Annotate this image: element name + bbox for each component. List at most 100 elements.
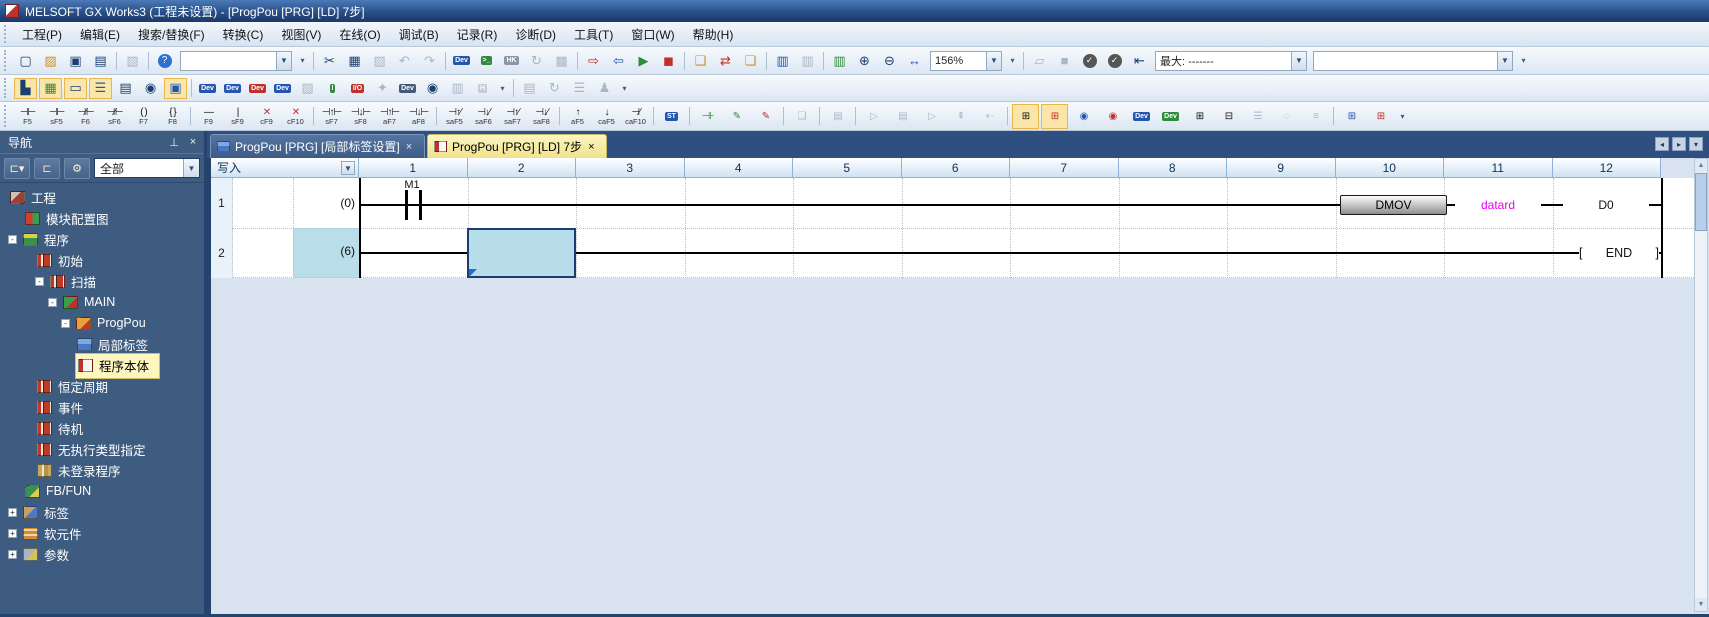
watch-combo[interactable]: ▼ bbox=[1313, 50, 1513, 71]
tree-item-未登录程序[interactable]: 未登录程序 bbox=[0, 460, 204, 481]
doc-icon[interactable]: ▧ bbox=[296, 78, 319, 99]
device-search-icon[interactable]: ◉ bbox=[421, 78, 444, 99]
replace-circle-icon[interactable]: ◉ bbox=[1099, 104, 1126, 129]
tree-item-扫描[interactable]: - 扫描 bbox=[0, 271, 204, 292]
stop-icon[interactable]: ■ bbox=[1053, 50, 1076, 71]
monitor-start-icon[interactable]: ▶ bbox=[632, 50, 655, 71]
menu-diagnostics[interactable]: 诊断(D) bbox=[506, 23, 565, 46]
rotate-icon[interactable]: ↻ bbox=[543, 78, 566, 99]
menu-recording[interactable]: 记录(R) bbox=[448, 23, 507, 46]
delete-row-icon[interactable]: ⇠ bbox=[976, 104, 1003, 129]
chevron-down-icon[interactable]: ▼ bbox=[1291, 51, 1306, 70]
chevron-down-icon[interactable]: ▼ bbox=[183, 159, 199, 177]
find-icon[interactable]: ◉ bbox=[139, 78, 162, 99]
align-icon[interactable]: ☰ bbox=[1244, 104, 1271, 129]
statement-display-icon[interactable]: ❑ bbox=[739, 50, 762, 71]
project-combo[interactable]: ▼ bbox=[180, 50, 292, 71]
menu-find-replace[interactable]: 搜索/替换(F) bbox=[129, 23, 214, 46]
tree-item-模块配置图[interactable]: 模块配置图 bbox=[0, 208, 204, 229]
tree-item-FB/FUN[interactable]: FB/FUN bbox=[0, 481, 204, 502]
collapse-icon[interactable]: - bbox=[8, 235, 17, 244]
instruction-box[interactable]: DMOV bbox=[1340, 195, 1447, 215]
io-comment-icon[interactable]: I bbox=[321, 78, 344, 99]
check-all-icon[interactable]: ✓ bbox=[1103, 50, 1126, 71]
open-contact-or-icon[interactable]: ⊣⊢ sF5 bbox=[43, 104, 70, 129]
user-icon[interactable]: ♟ bbox=[593, 78, 616, 99]
menu-tool[interactable]: 工具(T) bbox=[565, 23, 622, 46]
tree-display-icon[interactable]: ⊏▾ bbox=[4, 157, 30, 179]
paste-special-icon[interactable]: ▩ bbox=[550, 50, 573, 71]
device-find2-icon[interactable]: Dev bbox=[196, 78, 219, 99]
device-batch-icon[interactable]: Dev bbox=[221, 78, 244, 99]
tree-item-参数[interactable]: + 参数 bbox=[0, 544, 204, 565]
plc-transfer-icon[interactable]: ⇄ bbox=[714, 50, 737, 71]
scroll-up-icon[interactable]: ▲ bbox=[1695, 159, 1707, 172]
menu-edit[interactable]: 编辑(E) bbox=[71, 23, 129, 46]
grid-edit2-icon[interactable]: ⊞ bbox=[1041, 103, 1068, 129]
ladder-monitor2-icon[interactable]: ▥ bbox=[796, 50, 819, 71]
line-delete-icon[interactable]: ✎ bbox=[752, 104, 779, 129]
instruction-operand-source[interactable]: datard bbox=[1455, 197, 1541, 213]
device-list-icon[interactable]: Dev bbox=[271, 78, 294, 99]
menu-project[interactable]: 工程(P) bbox=[13, 23, 71, 46]
redo-icon[interactable]: ↷ bbox=[418, 50, 441, 71]
grid-edit-icon[interactable]: ⊞ bbox=[1012, 103, 1039, 129]
insert-row-icon[interactable]: ⇞ bbox=[947, 104, 974, 129]
monitor-window-icon[interactable]: ▥ bbox=[446, 78, 469, 99]
io-check-icon[interactable]: I/O bbox=[346, 78, 369, 99]
pulse-rise-icon[interactable]: ⊣↑⊢ sF7 bbox=[318, 104, 345, 129]
paste-icon[interactable]: ▧ bbox=[368, 50, 391, 71]
device-crossref-icon[interactable]: Dev bbox=[246, 78, 269, 99]
line-draw-icon[interactable]: ✎ bbox=[723, 104, 750, 129]
expand-icon[interactable]: + bbox=[8, 508, 17, 517]
menu-window[interactable]: 窗口(W) bbox=[622, 23, 683, 46]
chevron-down-icon[interactable]: ▼ bbox=[276, 51, 291, 70]
inline-st-icon[interactable]: ST bbox=[658, 104, 685, 129]
tree-item-事件[interactable]: 事件 bbox=[0, 397, 204, 418]
scroll-down-icon[interactable]: ▼ bbox=[1695, 598, 1707, 611]
close-icon[interactable]: × bbox=[588, 141, 594, 153]
max-combo[interactable]: 最大: ------- ▼ bbox=[1155, 50, 1307, 71]
close-icon[interactable]: × bbox=[406, 141, 412, 153]
copy-row-icon[interactable]: ▷ bbox=[860, 104, 887, 129]
open-contact-symbol[interactable] bbox=[405, 190, 408, 220]
doc-read-icon[interactable]: ▤ bbox=[889, 104, 916, 129]
chevron-down-icon[interactable]: ▼ bbox=[1497, 51, 1512, 70]
menu-convert[interactable]: 转换(C) bbox=[214, 23, 273, 46]
tree-item-ProgPou[interactable]: - ProgPou bbox=[0, 313, 204, 334]
toolbar-overflow-icon[interactable]: ▾ bbox=[297, 51, 308, 71]
tree-item-恒定周期[interactable]: 恒定周期 bbox=[0, 376, 204, 397]
menu-view[interactable]: 视图(V) bbox=[272, 23, 330, 46]
toolbar-overflow-icon[interactable]: ▾ bbox=[1007, 51, 1018, 71]
search-circle-icon[interactable]: ◉ bbox=[1070, 104, 1097, 129]
open-contact-symbol[interactable] bbox=[419, 190, 422, 220]
invert-result-icon[interactable]: ↑ aF5 bbox=[564, 104, 591, 129]
tree-item-工程[interactable]: 工程 bbox=[0, 187, 204, 208]
menu-help[interactable]: 帮助(H) bbox=[684, 23, 743, 46]
tab-menu-icon[interactable]: ▾ bbox=[1689, 137, 1703, 151]
pulse-fall-neg-icon[interactable]: ⊣↓∕ saF6 bbox=[470, 104, 497, 129]
tree-collapse-icon[interactable]: ⊏ bbox=[34, 157, 60, 179]
undo-icon[interactable]: ↶ bbox=[393, 50, 416, 71]
fit-width-icon[interactable]: ↔ bbox=[903, 50, 926, 71]
hline-icon[interactable]: — F9 bbox=[195, 104, 222, 129]
bookmark-icon[interactable]: ⊞ bbox=[1338, 104, 1365, 129]
collapse-icon[interactable]: - bbox=[48, 298, 57, 307]
statement-icon[interactable]: ▤ bbox=[824, 104, 851, 129]
zoom-out-icon[interactable]: ⊖ bbox=[878, 50, 901, 71]
ladder-monitor-icon[interactable]: ▥ bbox=[771, 50, 794, 71]
toolbar-overflow-icon[interactable]: ▾ bbox=[619, 78, 630, 98]
help-icon[interactable]: ? bbox=[153, 50, 176, 71]
bookmark-del-icon[interactable]: ⊞ bbox=[1367, 104, 1394, 129]
sync-icon[interactable]: ↻ bbox=[525, 50, 548, 71]
tree-item-程序[interactable]: - 程序 bbox=[0, 229, 204, 250]
toolbar-overflow-icon[interactable]: ▾ bbox=[497, 78, 508, 98]
collapse-icon[interactable]: - bbox=[35, 277, 44, 286]
list-icon[interactable]: ☰ bbox=[568, 78, 591, 99]
watch-window-icon[interactable]: ☰ bbox=[89, 77, 112, 99]
close-contact-icon[interactable]: ⊣∕⊢ F6 bbox=[72, 104, 99, 129]
tree-item-程序本体[interactable]: 程序本体 bbox=[0, 352, 204, 379]
remove-block-icon[interactable]: ⊟ bbox=[1215, 104, 1242, 129]
tree-item-软元件[interactable]: + 软元件 bbox=[0, 523, 204, 544]
check-program-icon[interactable]: ✓ bbox=[1078, 50, 1101, 71]
